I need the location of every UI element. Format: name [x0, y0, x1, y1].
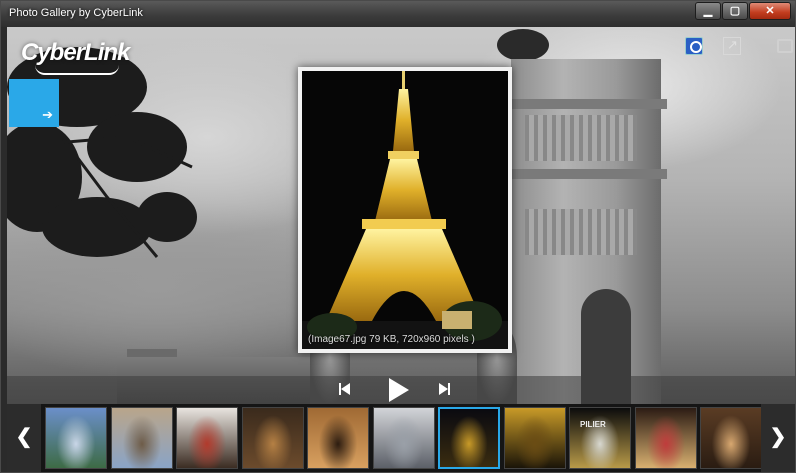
thumbnail[interactable] [373, 407, 435, 469]
maximize-button[interactable]: ▢ [722, 2, 748, 20]
app-window: Photo Gallery by CyberLink ▁ ▢ ✕ CyberLi… [0, 0, 796, 473]
share-icon[interactable] [723, 37, 741, 55]
previous-icon[interactable] [339, 382, 351, 396]
next-icon[interactable] [439, 382, 451, 396]
thumbnail[interactable]: PILIER [569, 407, 631, 469]
logo-swoosh [35, 65, 119, 75]
filmstrip-next-button[interactable]: ❯ [761, 404, 795, 472]
play-icon[interactable] [389, 378, 409, 402]
thumbnail-image [308, 408, 368, 468]
photo-caption: (Image67.jpg 79 KB, 720x960 pixels ) [308, 334, 475, 345]
photo-stage: CyberLink ➔ ↗ (Image67.jpg 79 KB, 720x96… [7, 27, 795, 404]
thumbnail[interactable] [176, 407, 238, 469]
thumbnail[interactable] [45, 407, 107, 469]
thumbnail[interactable] [242, 407, 304, 469]
arch-monument [505, 59, 667, 404]
eiffel-tower-image [302, 71, 508, 349]
thumbnail[interactable] [700, 407, 762, 469]
filmstrip-prev-button[interactable]: ❮ [7, 404, 41, 472]
thumbnail-image [112, 408, 172, 468]
window-title: Photo Gallery by CyberLink [9, 7, 143, 19]
minimize-button[interactable]: ▁ [695, 2, 721, 20]
title-bar[interactable]: Photo Gallery by CyberLink ▁ ▢ ✕ [1, 1, 795, 27]
main-photo: (Image67.jpg 79 KB, 720x960 pixels ) [302, 71, 508, 349]
close-button[interactable]: ✕ [749, 2, 791, 20]
thumbnail[interactable] [111, 407, 173, 469]
thumbnail-image [570, 408, 630, 468]
thumbnail[interactable] [307, 407, 369, 469]
menu-toggle-button[interactable]: ➔ [9, 79, 59, 127]
playback-bar [7, 376, 795, 404]
thumbnail[interactable] [504, 407, 566, 469]
thumbnail-label: PILIER [580, 420, 606, 429]
thumbnail-image [46, 408, 106, 468]
thumbnail[interactable] [438, 407, 500, 469]
thumbnail-image [440, 409, 498, 467]
thumbnail-image [505, 408, 565, 468]
cyberlink-logo: CyberLink [21, 39, 130, 66]
window-controls: ▁ ▢ ✕ [694, 2, 791, 20]
filmstrip: ❮ PILIER ❯ [7, 404, 795, 472]
main-photo-frame[interactable]: (Image67.jpg 79 KB, 720x960 pixels ) [298, 67, 512, 353]
fullscreen-icon[interactable] [777, 39, 793, 53]
thumbnail[interactable] [635, 407, 697, 469]
thumbnail-image [374, 408, 434, 468]
arrow-right-icon: ➔ [42, 107, 53, 122]
facebook-icon[interactable] [685, 37, 703, 55]
thumbnail-image [243, 408, 303, 468]
thumbnail-image [177, 408, 237, 468]
thumbnail-image [701, 408, 761, 468]
thumbnail-image [636, 408, 696, 468]
